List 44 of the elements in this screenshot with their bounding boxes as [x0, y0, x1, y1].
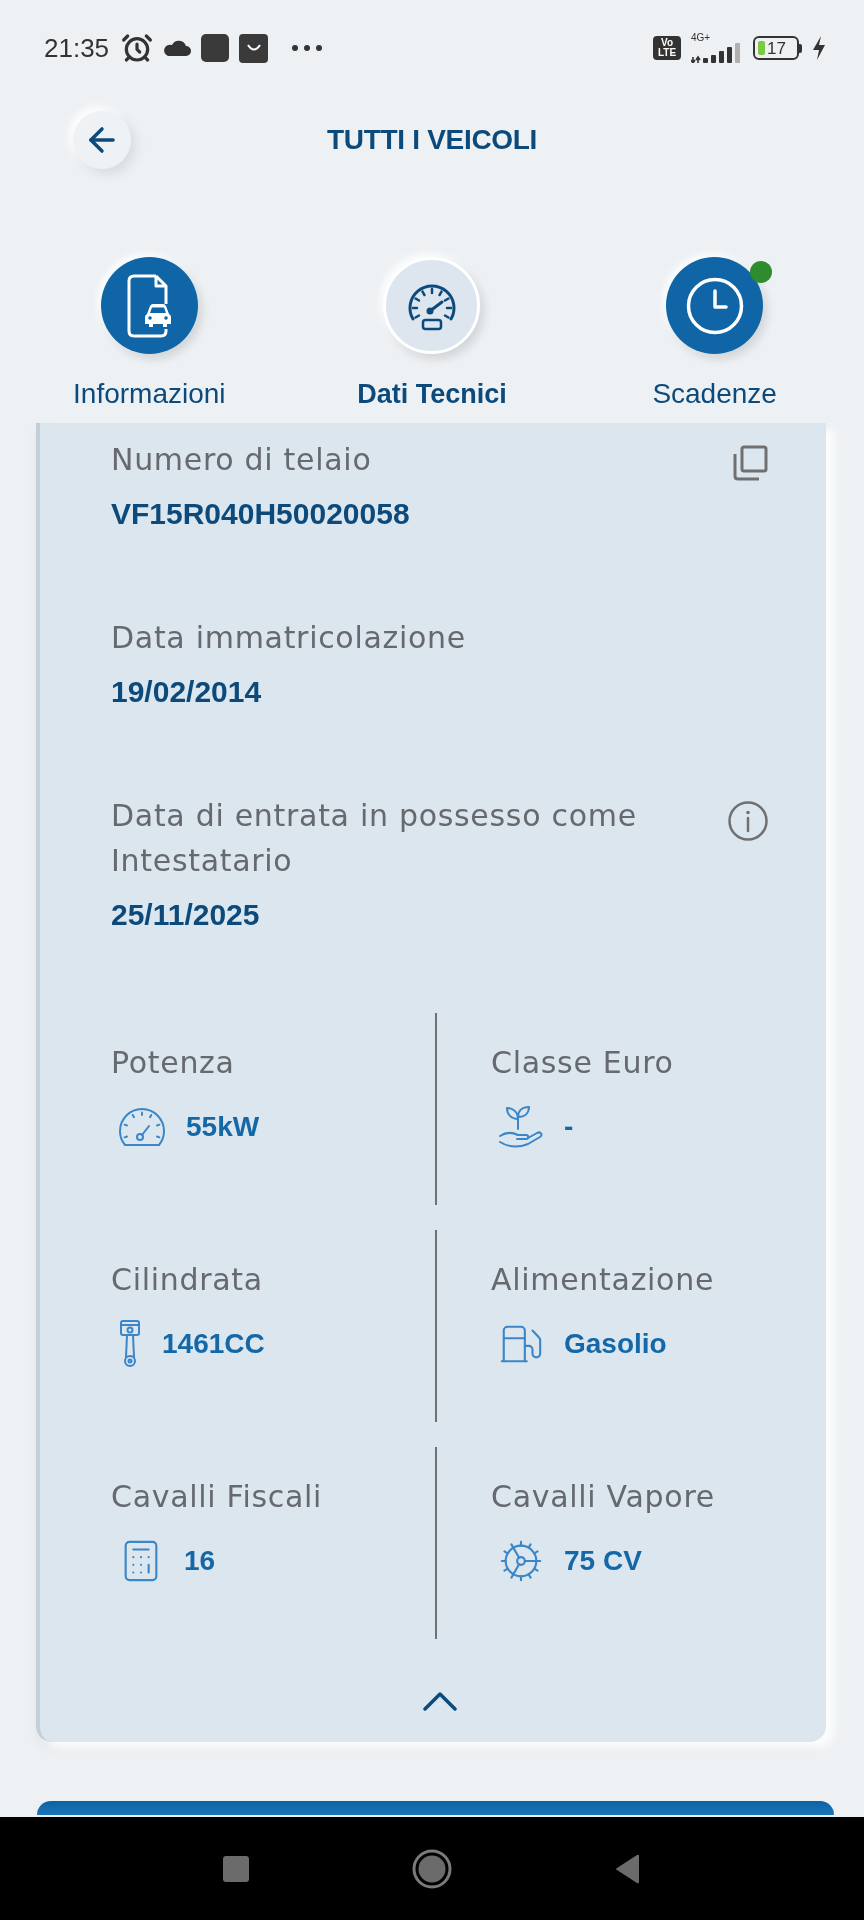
signal-icon: [691, 43, 743, 63]
cloud-icon: [163, 40, 192, 56]
chevron-up-icon[interactable]: [422, 1691, 457, 1711]
spec-value: 55kW: [186, 1111, 260, 1143]
recents-icon[interactable]: [223, 1855, 249, 1882]
spec-label: Cavalli Vapore: [491, 1478, 716, 1516]
alarm-clock-icon: [121, 32, 154, 64]
battery-percentage: 17: [767, 39, 786, 57]
speedometer-icon: [118, 1107, 166, 1147]
smile-app-icon: [239, 33, 269, 63]
field-label: Numero di telaio: [111, 441, 373, 479]
spec-label: Cavalli Fiscali: [111, 1478, 324, 1516]
gear-icon: [498, 1538, 544, 1584]
field-label: Data immatricolazione: [111, 619, 466, 657]
field-value: 19/02/2014: [111, 674, 263, 710]
piston-icon: [118, 1319, 142, 1369]
field-value: 25/11/2025: [111, 897, 261, 933]
copy-icon[interactable]: [732, 445, 768, 481]
info-icon[interactable]: [728, 801, 768, 841]
spec-label: Alimentazione: [491, 1261, 716, 1299]
status-time: 21:35: [44, 32, 110, 64]
spec-value: 75 CV: [564, 1545, 642, 1577]
field-value: VF15R040H50020058: [111, 496, 410, 532]
more-icon: [292, 45, 323, 51]
spec-value: Gasolio: [564, 1328, 667, 1360]
charging-bolt-icon: [812, 36, 826, 60]
spec-value: -: [564, 1111, 574, 1143]
app-icon: [201, 34, 230, 62]
home-icon[interactable]: [412, 1848, 452, 1889]
battery-fill-icon: [758, 41, 765, 55]
spec-label: Potenza: [111, 1044, 236, 1082]
spec-label: Cilindrata: [111, 1261, 264, 1299]
plant-in-hand-icon: [498, 1105, 544, 1149]
network-type: 4G+: [691, 33, 711, 43]
volte-badge: Vo LTE: [653, 36, 681, 60]
spec-value: 16: [184, 1545, 216, 1577]
tab[interactable]: Scadenze: [573, 257, 856, 412]
spec-label: Classe Euro: [491, 1044, 675, 1082]
page-title: TUTTI I VEICOLI: [326, 124, 538, 156]
field-label: Data di entrata in possesso come Intestatario: [111, 797, 638, 880]
tab[interactable]: Informazioni: [8, 257, 291, 412]
tab[interactable]: Dati Tecnici: [290, 257, 574, 412]
back-icon[interactable]: [615, 1853, 641, 1884]
spec-value: 1461CC: [162, 1328, 265, 1360]
